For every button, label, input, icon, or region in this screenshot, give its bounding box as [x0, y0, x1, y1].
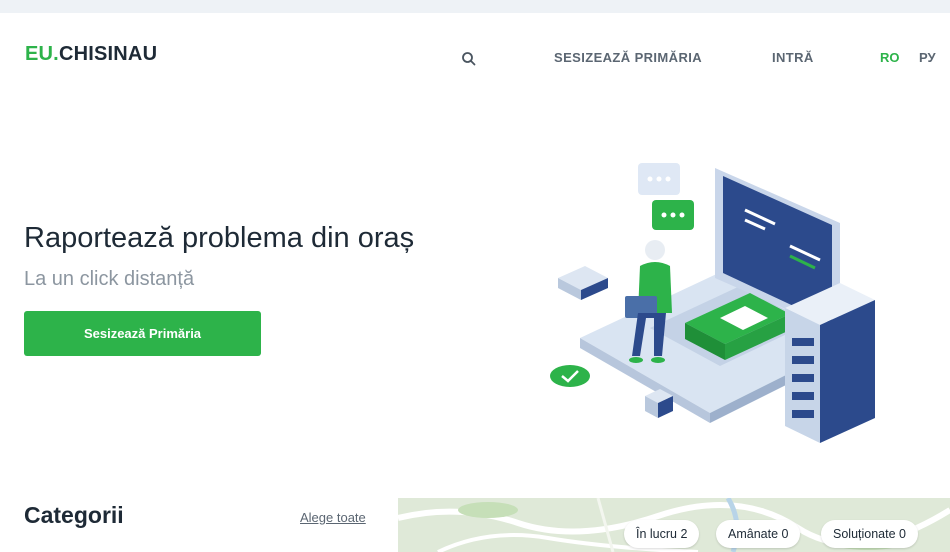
site-logo[interactable]: EU.CHISINAU	[25, 43, 157, 66]
lang-ru[interactable]: РУ	[919, 50, 936, 65]
server-slot-3	[792, 374, 814, 382]
person-shoe-right	[651, 357, 665, 363]
server-slot-1	[792, 338, 814, 346]
report-button[interactable]: Sesizează Primăria	[24, 311, 261, 356]
check-badge	[550, 365, 590, 387]
top-strip	[0, 0, 950, 13]
site-header: EU.CHISINAU SESIZEAZĂ PRIMĂRIA INTRĂ RO …	[0, 13, 950, 103]
chat-dot-2	[656, 176, 662, 182]
filter-postponed-count: 0	[781, 527, 789, 541]
filter-solved[interactable]: Soluționate 0	[821, 520, 918, 548]
server-front	[820, 300, 875, 443]
filter-in-progress-label: În lucru	[636, 527, 677, 541]
nav-report-link[interactable]: SESIZEAZĂ PRIMĂRIA	[554, 50, 702, 65]
person-shoe-left	[629, 357, 643, 363]
hero-title: Raportează problema din oraș	[24, 222, 415, 254]
filter-postponed[interactable]: Amânate 0	[716, 520, 801, 548]
logo-name: CHISINAU	[58, 43, 158, 65]
hero-subtitle: La un click distanță	[24, 268, 195, 290]
filter-postponed-label: Amânate	[728, 527, 779, 541]
chat-dot-6	[679, 212, 685, 218]
filter-in-progress[interactable]: În lucru 2	[624, 520, 700, 548]
server-slot-5	[792, 410, 814, 418]
logo-prefix: EU.	[25, 43, 59, 65]
server-slot-4	[792, 392, 814, 400]
lang-ro[interactable]: RO	[880, 50, 900, 65]
chat-dot-3	[665, 176, 671, 182]
filter-in-progress-count: 2	[680, 527, 688, 541]
filter-solved-count: 0	[899, 527, 906, 541]
server-slot-2	[792, 356, 814, 364]
person-head	[645, 240, 665, 260]
nav-login-link[interactable]: INTRĂ	[772, 50, 814, 65]
search-icon[interactable]	[460, 50, 478, 68]
chat-dot-1	[647, 176, 653, 182]
issues-map[interactable]: În lucru 2 Amânate 0 Soluționate 0	[398, 498, 950, 552]
chat-dot-5	[670, 212, 676, 218]
hero-illustration	[550, 163, 875, 443]
choose-all-link[interactable]: Alege toate	[300, 510, 366, 525]
chat-dot-4	[661, 212, 667, 218]
categories-title: Categorii	[24, 502, 124, 528]
map-park-1	[458, 502, 518, 518]
filter-solved-label: Soluționate	[833, 527, 896, 541]
